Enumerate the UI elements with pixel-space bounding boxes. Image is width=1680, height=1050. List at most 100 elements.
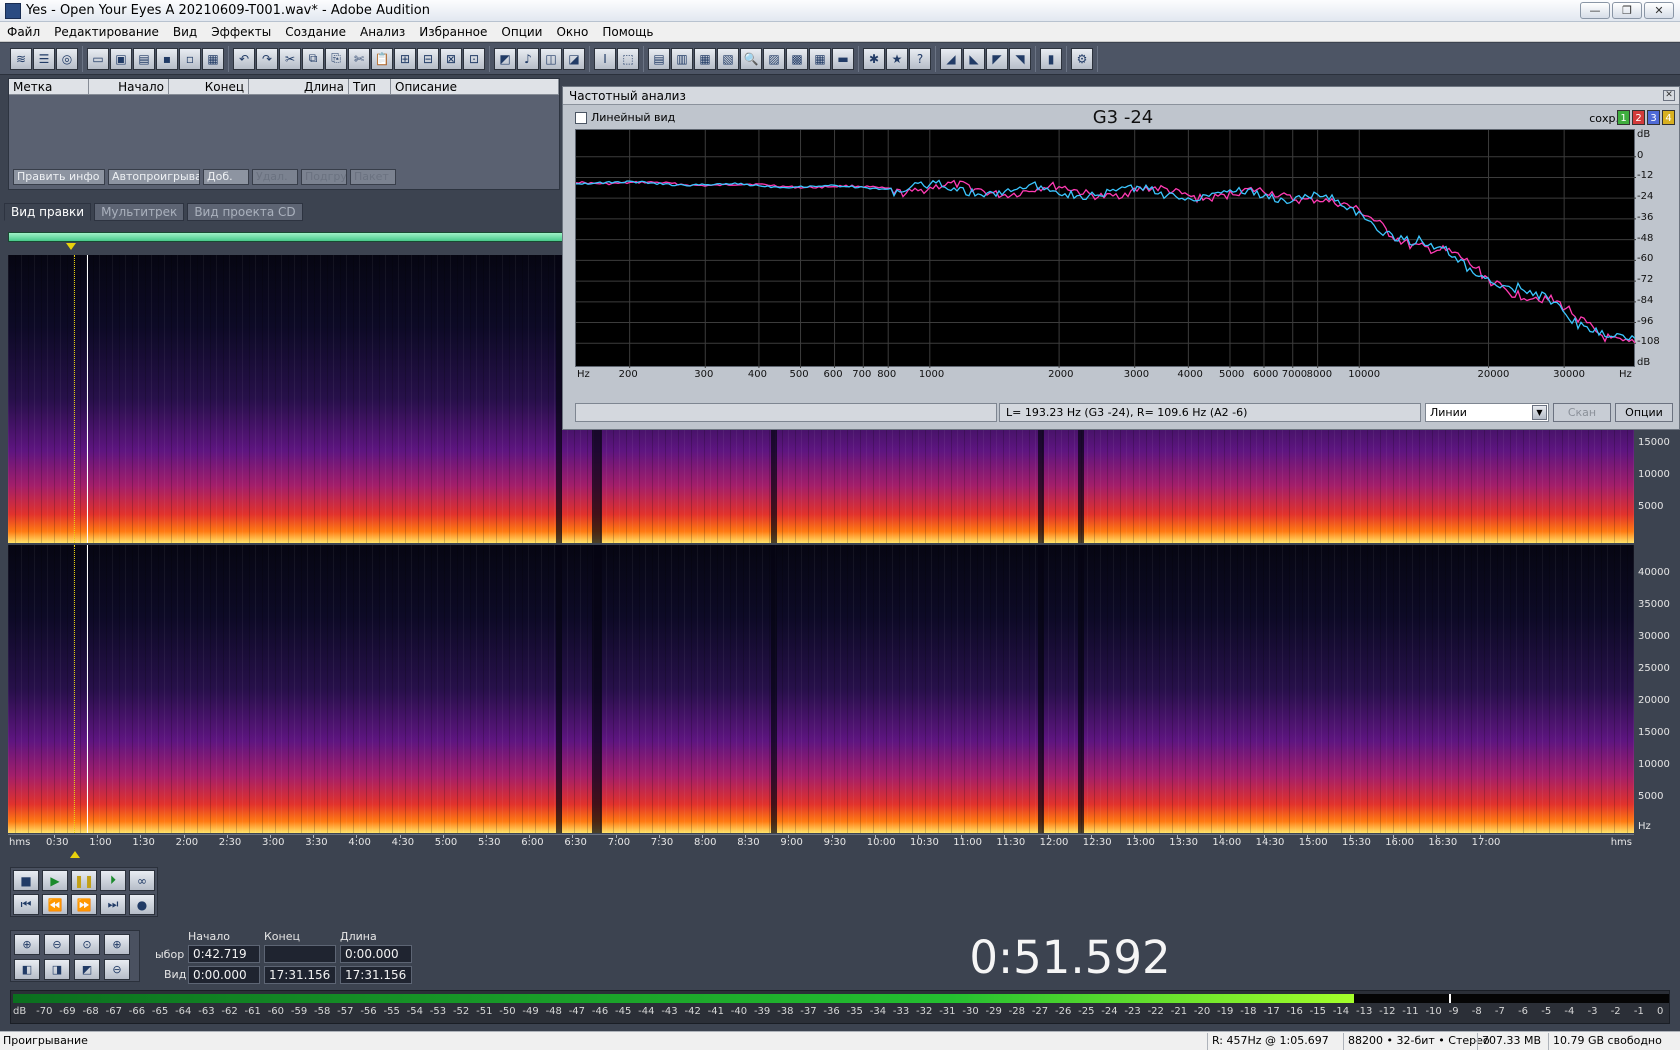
playhead-marker[interactable] xyxy=(66,243,76,250)
autoplay-button[interactable]: Автопроигрывани xyxy=(108,169,200,185)
menu-effects[interactable]: Эффекты xyxy=(204,25,278,39)
spectrogram-right-channel[interactable] xyxy=(8,545,1634,833)
view-start-field[interactable]: 0:00.000 xyxy=(188,966,260,984)
view-length-field[interactable]: 17:31.156 xyxy=(340,966,412,984)
column-length[interactable]: Длина xyxy=(249,79,349,94)
scan-button[interactable]: Скан xyxy=(1553,403,1611,422)
menu-generate[interactable]: Создание xyxy=(278,25,353,39)
selection-start-field[interactable]: 0:42.719 xyxy=(188,945,260,963)
marquee-tool-icon[interactable]: ⬚ xyxy=(617,47,639,70)
memory-slot-4[interactable]: 4 xyxy=(1662,110,1675,125)
add-marker-button[interactable]: Доб. xyxy=(203,169,249,185)
delete-marker-button[interactable]: Удал. xyxy=(252,169,298,185)
cut-icon[interactable]: ✂ xyxy=(279,47,301,70)
view-end-field[interactable]: 17:31.156 xyxy=(264,966,336,984)
menu-options[interactable]: Опции xyxy=(494,25,549,39)
memory-slot-2[interactable]: 2 xyxy=(1632,110,1645,125)
mix-paste-icon[interactable]: ⊟ xyxy=(417,47,439,70)
spectral-view-icon[interactable]: ◩ xyxy=(494,47,516,70)
amplify-icon[interactable]: ◢ xyxy=(940,47,962,70)
batch-icon[interactable]: ▥ xyxy=(671,47,693,70)
copy-new-icon[interactable]: ⎘ xyxy=(325,47,347,70)
settings-icon[interactable]: ⚙ xyxy=(1071,47,1093,70)
trim-icon[interactable]: ✄ xyxy=(348,47,370,70)
tab-multitrack[interactable]: Мультитрек xyxy=(94,203,185,221)
effects-icon[interactable]: ✱ xyxy=(863,47,885,70)
rewind-icon[interactable]: ⏪ xyxy=(42,894,68,915)
metadata-icon[interactable]: ▦ xyxy=(694,47,716,70)
zoom-in-horizontal-icon[interactable]: ⊕ xyxy=(14,934,40,955)
help-icon[interactable]: ? xyxy=(909,47,931,70)
column-label[interactable]: Метка xyxy=(9,79,89,94)
paste-new-icon[interactable]: ⊞ xyxy=(394,47,416,70)
delete-icon[interactable]: ⊠ xyxy=(440,47,462,70)
zoom-out-vertical-icon[interactable]: ⊖ xyxy=(104,959,130,980)
menu-view[interactable]: Вид xyxy=(166,25,204,39)
zoom-out-horizontal-icon[interactable]: ⊖ xyxy=(44,934,70,955)
cue-list-icon[interactable]: ▤ xyxy=(648,47,670,70)
redo-icon[interactable]: ↷ xyxy=(256,47,278,70)
fade-icon[interactable]: ◤ xyxy=(986,47,1008,70)
copy-icon[interactable]: ⧉ xyxy=(302,47,324,70)
maximize-button[interactable]: ❐ xyxy=(1612,2,1642,19)
close-button[interactable]: ✕ xyxy=(1644,2,1674,19)
zoom-right-icon[interactable]: ◨ xyxy=(44,959,70,980)
analyze-icon[interactable]: 🔍 xyxy=(740,47,762,70)
column-description[interactable]: Описание xyxy=(391,79,559,94)
new-file-icon[interactable]: ▭ xyxy=(87,47,109,70)
time-select-tool-icon[interactable]: I xyxy=(594,47,616,70)
playhead-marker-bottom[interactable] xyxy=(70,851,80,858)
stop-icon[interactable]: ■ xyxy=(13,870,39,891)
menu-window[interactable]: Окно xyxy=(549,25,595,39)
level-icon[interactable]: ▬ xyxy=(832,47,854,70)
go-to-start-icon[interactable]: ⏮ xyxy=(13,894,39,915)
open-append-icon[interactable]: ▤ xyxy=(133,47,155,70)
tab-edit-view[interactable]: Вид правки xyxy=(4,203,92,221)
undo-icon[interactable]: ↶ xyxy=(233,47,255,70)
color-icon[interactable]: ▦ xyxy=(809,47,831,70)
waveform-view-icon[interactable]: ≋ xyxy=(10,47,32,70)
memory-slot-3[interactable]: 3 xyxy=(1647,110,1660,125)
save-as-icon[interactable]: ▫ xyxy=(179,47,201,70)
envelope-icon[interactable]: ◥ xyxy=(1009,47,1031,70)
zoom-full-icon[interactable]: ⊙ xyxy=(74,934,100,955)
column-start[interactable]: Начало xyxy=(89,79,169,94)
memory-slot-1[interactable]: 1 xyxy=(1617,110,1630,125)
pause-icon[interactable]: ❚❚ xyxy=(71,870,97,891)
normalize-icon[interactable]: ◣ xyxy=(963,47,985,70)
cd-icon[interactable]: ◎ xyxy=(56,47,78,70)
linear-view-checkbox[interactable]: Линейный вид xyxy=(575,111,675,124)
edit-info-button[interactable]: Править инфо к... xyxy=(13,169,105,185)
zoom-left-icon[interactable]: ◧ xyxy=(14,959,40,980)
checkbox-icon[interactable] xyxy=(575,111,587,124)
favorites-icon[interactable]: ★ xyxy=(886,47,908,70)
save-icon[interactable]: ▪ xyxy=(156,47,178,70)
mixer-icon[interactable]: ▮ xyxy=(1040,47,1062,70)
selection-end-field[interactable] xyxy=(264,945,336,963)
grid-icon[interactable]: ▩ xyxy=(786,47,808,70)
batch-marker-button[interactable]: Пакет xyxy=(350,169,396,185)
fft-mode-select[interactable]: Линии ▼ xyxy=(1425,403,1549,422)
close-icon[interactable]: ✕ xyxy=(1663,90,1675,101)
save-selection-icon[interactable]: ▦ xyxy=(202,47,224,70)
open-file-icon[interactable]: ▣ xyxy=(110,47,132,70)
load-marker-button[interactable]: Подгруз. xyxy=(301,169,347,185)
time-ruler[interactable]: hms hms 0:30 1:00 1:30 2:00 2:30 3:00 3:30 4:00… xyxy=(8,834,1634,850)
zoom-in-vertical-icon[interactable]: ⊕ xyxy=(104,934,130,955)
go-to-end-icon[interactable]: ⏭ xyxy=(100,894,126,915)
pitch-icon[interactable]: ♪ xyxy=(517,47,539,70)
record-icon[interactable]: ● xyxy=(129,894,155,915)
frequency-icon[interactable]: ▨ xyxy=(763,47,785,70)
menu-favorites[interactable]: Избранное xyxy=(412,25,494,39)
play-list-icon[interactable]: ▧ xyxy=(717,47,739,70)
paste-icon[interactable]: 📋 xyxy=(371,47,393,70)
fft-plot[interactable] xyxy=(575,129,1636,368)
crop-icon[interactable]: ⊡ xyxy=(463,47,485,70)
play-from-cursor-icon[interactable]: ⏵ xyxy=(100,870,126,891)
selection-length-field[interactable]: 0:00.000 xyxy=(340,945,412,963)
minimize-button[interactable]: — xyxy=(1580,2,1610,19)
menu-edit[interactable]: Редактирование xyxy=(47,25,166,39)
menu-help[interactable]: Помощь xyxy=(595,25,660,39)
menu-file[interactable]: Файл xyxy=(0,25,47,39)
multitrack-icon[interactable]: ☰ xyxy=(33,47,55,70)
